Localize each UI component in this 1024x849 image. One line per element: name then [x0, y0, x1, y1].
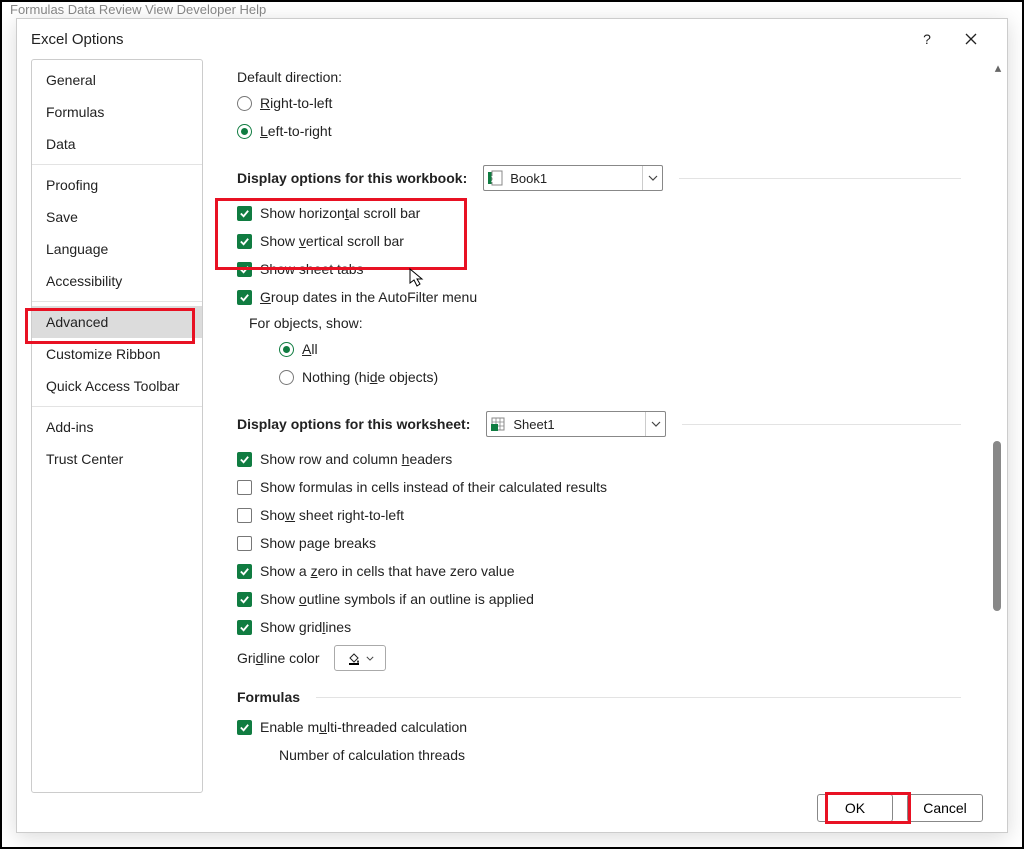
sidebar-item-accessibility[interactable]: Accessibility	[32, 265, 202, 297]
section-divider	[316, 697, 961, 698]
excel-sheet-icon	[487, 416, 509, 432]
checkbox-label: Show outline symbols if an outline is ap…	[260, 591, 534, 607]
sidebar-item-advanced[interactable]: Advanced	[32, 306, 202, 338]
radio-icon	[279, 370, 294, 385]
content-panel: Default direction: Right-to-left Left-to…	[213, 59, 989, 832]
checkbox-multithreaded[interactable]: Enable multi-threaded calculation	[237, 715, 961, 739]
sidebar-item-trust-center[interactable]: Trust Center	[32, 443, 202, 475]
radio-objects-nothing[interactable]: Nothing (hide objects)	[279, 365, 961, 389]
radio-icon	[237, 96, 252, 111]
formulas-heading: Formulas	[237, 689, 300, 705]
checkbox-icon	[237, 536, 252, 551]
checkbox-label: Show horizontal scroll bar	[260, 205, 420, 221]
checkbox-icon	[237, 206, 252, 221]
cancel-button[interactable]: Cancel	[907, 794, 983, 822]
checkbox-icon	[237, 452, 252, 467]
checkbox-group-dates[interactable]: Group dates in the AutoFilter menu	[237, 285, 961, 309]
close-button[interactable]	[949, 19, 993, 59]
sidebar-item-formulas[interactable]: Formulas	[32, 96, 202, 128]
default-direction-label: Default direction:	[237, 69, 961, 85]
checkbox-horizontal-scroll[interactable]: Show horizontal scroll bar	[237, 201, 961, 225]
checkbox-icon	[237, 234, 252, 249]
radio-label: All	[302, 341, 318, 357]
checkbox-label: Enable multi-threaded calculation	[260, 719, 467, 735]
chevron-down-icon	[366, 656, 374, 661]
combo-value: Book1	[506, 171, 642, 186]
checkbox-sheet-rtl[interactable]: Show sheet right-to-left	[237, 503, 961, 527]
sidebar-separator	[32, 406, 202, 407]
scroll-thumb[interactable]	[993, 441, 1001, 611]
ribbon-blurred: Formulas Data Review View Developer Help	[2, 2, 1022, 18]
gridline-color-label: Gridline color	[237, 650, 320, 666]
paint-bucket-icon	[346, 650, 362, 666]
checkbox-icon	[237, 720, 252, 735]
radio-label: Right-to-left	[260, 95, 332, 111]
section-divider	[679, 178, 961, 179]
checkbox-row-col-headers[interactable]: Show row and column headers	[237, 447, 961, 471]
radio-icon	[279, 342, 294, 357]
checkbox-show-formulas[interactable]: Show formulas in cells instead of their …	[237, 475, 961, 499]
checkbox-icon	[237, 508, 252, 523]
sidebar-item-save[interactable]: Save	[32, 201, 202, 233]
checkbox-label: Show sheet right-to-left	[260, 507, 404, 523]
sidebar-item-general[interactable]: General	[32, 64, 202, 96]
svg-text:X: X	[491, 175, 497, 184]
checkbox-label: Show row and column headers	[260, 451, 452, 467]
checkbox-gridlines[interactable]: Show gridlines	[237, 615, 961, 639]
checkbox-vertical-scroll[interactable]: Show vertical scroll bar	[237, 229, 961, 253]
sidebar-item-data[interactable]: Data	[32, 128, 202, 160]
sidebar: General Formulas Data Proofing Save Lang…	[31, 59, 203, 793]
radio-label: Left-to-right	[260, 123, 332, 139]
help-button[interactable]: ?	[905, 19, 949, 59]
scroll-up-arrow[interactable]: ▴	[989, 59, 1007, 77]
radio-label: Nothing (hide objects)	[302, 369, 438, 385]
checkbox-icon	[237, 564, 252, 579]
radio-right-to-left[interactable]: Right-to-left	[237, 91, 961, 115]
titlebar: Excel Options ?	[17, 19, 1007, 59]
checkbox-label: Group dates in the AutoFilter menu	[260, 289, 477, 305]
gridline-color-picker[interactable]	[334, 645, 386, 671]
combo-value: Sheet1	[509, 417, 645, 432]
checkbox-sheet-tabs[interactable]: Show sheet tabs	[237, 257, 961, 281]
worksheet-selector[interactable]: Sheet1	[486, 411, 666, 437]
sidebar-separator	[32, 301, 202, 302]
radio-left-to-right[interactable]: Left-to-right	[237, 119, 961, 143]
sidebar-item-proofing[interactable]: Proofing	[32, 169, 202, 201]
checkbox-outline-symbols[interactable]: Show outline symbols if an outline is ap…	[237, 587, 961, 611]
checkbox-label: Show a zero in cells that have zero valu…	[260, 563, 514, 579]
vertical-scrollbar[interactable]: ▴	[989, 59, 1007, 832]
objects-label: For objects, show:	[249, 315, 961, 331]
workbook-selector[interactable]: X Book1	[483, 165, 663, 191]
checkbox-label: Show vertical scroll bar	[260, 233, 404, 249]
sidebar-item-language[interactable]: Language	[32, 233, 202, 265]
checkbox-icon	[237, 262, 252, 277]
chevron-down-icon	[642, 166, 662, 190]
checkbox-label: Show page breaks	[260, 535, 376, 551]
checkbox-icon	[237, 620, 252, 635]
threads-label: Number of calculation threads	[279, 747, 465, 763]
checkbox-show-zero[interactable]: Show a zero in cells that have zero valu…	[237, 559, 961, 583]
sidebar-item-customize-ribbon[interactable]: Customize Ribbon	[32, 338, 202, 370]
checkbox-page-breaks[interactable]: Show page breaks	[237, 531, 961, 555]
ok-button[interactable]: OK	[817, 794, 893, 822]
checkbox-label: Show gridlines	[260, 619, 351, 635]
section-divider	[682, 424, 961, 425]
checkbox-icon	[237, 290, 252, 305]
checkbox-icon	[237, 480, 252, 495]
sidebar-item-quick-access-toolbar[interactable]: Quick Access Toolbar	[32, 370, 202, 402]
sidebar-item-add-ins[interactable]: Add-ins	[32, 411, 202, 443]
excel-workbook-icon: X	[484, 170, 506, 186]
radio-icon	[237, 124, 252, 139]
sidebar-separator	[32, 164, 202, 165]
worksheet-display-heading: Display options for this worksheet:	[237, 416, 470, 432]
checkbox-icon	[237, 592, 252, 607]
workbook-display-heading: Display options for this workbook:	[237, 170, 467, 186]
chevron-down-icon	[645, 412, 665, 436]
dialog-title: Excel Options	[31, 31, 124, 48]
radio-objects-all[interactable]: All	[279, 337, 961, 361]
checkbox-label: Show formulas in cells instead of their …	[260, 479, 607, 495]
excel-options-dialog: Excel Options ? General Formulas Data Pr…	[16, 18, 1008, 833]
checkbox-label: Show sheet tabs	[260, 261, 364, 277]
